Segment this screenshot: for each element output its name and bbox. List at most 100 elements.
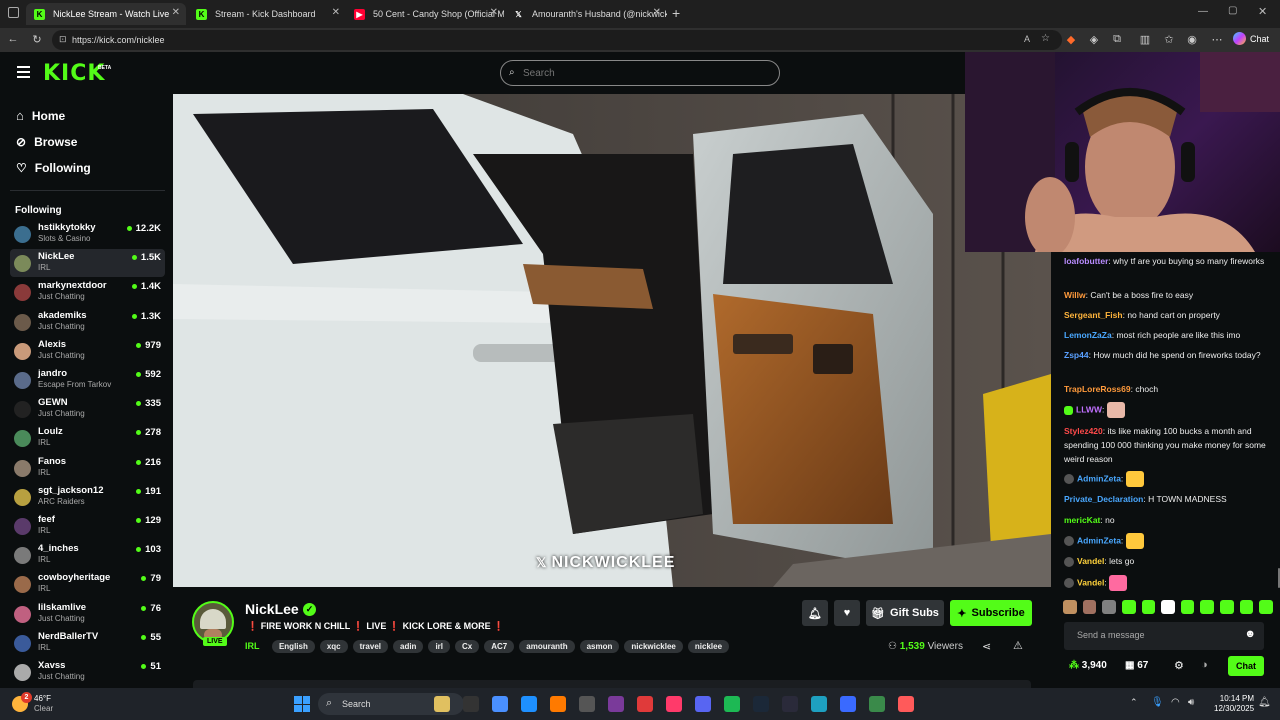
- followed-channel-item[interactable]: hstikkytokky Slots & Casino 12.2K: [10, 220, 165, 248]
- quick-emote[interactable]: [1161, 600, 1175, 614]
- tab-kick-dashboard[interactable]: K Stream - Kick Dashboard ✕: [188, 3, 346, 25]
- chat-username[interactable]: Vandel: [1077, 577, 1104, 587]
- fx-icon[interactable]: [840, 696, 856, 712]
- nav-following[interactable]: ♡ Following: [16, 161, 91, 175]
- chat-username[interactable]: loafobutter: [1064, 256, 1108, 266]
- stream-tag[interactable]: nicklee: [687, 640, 730, 653]
- gift-count[interactable]: ▦ 67: [1125, 660, 1148, 671]
- followed-channel-item[interactable]: akademiks Just Chatting 1.3K: [10, 308, 165, 336]
- tray-overflow-icon[interactable]: ⌃: [1130, 697, 1138, 708]
- stream-tag[interactable]: English: [271, 640, 315, 653]
- close-icon[interactable]: ✕: [490, 7, 498, 18]
- nav-browse[interactable]: ⊘ Browse: [16, 135, 77, 149]
- stream-tag[interactable]: AC7: [484, 640, 515, 653]
- split-screen-icon[interactable]: ▥: [1138, 33, 1152, 46]
- followed-channel-item[interactable]: cowboyheritage IRL 79: [10, 570, 165, 598]
- site-info-icon[interactable]: ⊡: [59, 34, 67, 45]
- stream-tag[interactable]: amouranth: [519, 640, 575, 653]
- close-icon[interactable]: ✕: [332, 7, 340, 18]
- wifi-icon[interactable]: ◠: [1171, 697, 1180, 708]
- close-icon[interactable]: ✕: [172, 7, 180, 18]
- chat-username[interactable]: mericKat: [1064, 515, 1100, 525]
- chat-input[interactable]: Send a message ☻: [1064, 622, 1264, 650]
- emoji-icon[interactable]: ☻: [1244, 628, 1256, 640]
- followed-channel-item[interactable]: Loulz IRL 278: [10, 424, 165, 452]
- obs-icon[interactable]: [579, 696, 595, 712]
- weather-widget[interactable]: 2: [8, 692, 32, 716]
- chat-username[interactable]: AdminZeta: [1077, 473, 1121, 483]
- close-window-button[interactable]: ✕: [1258, 5, 1267, 18]
- chat-username[interactable]: LemonZaZa: [1064, 330, 1112, 340]
- quick-emote[interactable]: [1220, 600, 1234, 614]
- stream-tag[interactable]: Cx: [455, 640, 480, 653]
- followed-channel-item[interactable]: GEWN Just Chatting 335: [10, 395, 165, 423]
- extension-icon[interactable]: ◈: [1087, 33, 1101, 46]
- chat-username[interactable]: Stylez420: [1064, 426, 1103, 436]
- spotify-icon[interactable]: [724, 696, 740, 712]
- chat-username[interactable]: Zsp44: [1064, 350, 1089, 360]
- followed-channel-item[interactable]: Fanos IRL 216: [10, 454, 165, 482]
- discord-icon[interactable]: [695, 696, 711, 712]
- firefox-icon[interactable]: [550, 696, 566, 712]
- stream-tag[interactable]: nickwicklee: [624, 640, 683, 653]
- edge-browser-icon[interactable]: [521, 696, 537, 712]
- extension-icon[interactable]: ◆: [1064, 33, 1078, 46]
- copilot-icon[interactable]: [492, 696, 508, 712]
- quick-emote[interactable]: [1180, 600, 1195, 614]
- category-link[interactable]: IRL: [245, 641, 260, 651]
- microphone-icon[interactable]: 🎙︎: [1151, 697, 1164, 708]
- quick-emote[interactable]: [1259, 600, 1274, 614]
- stream-tag[interactable]: asmon: [579, 640, 620, 653]
- maximize-button[interactable]: ▢: [1228, 5, 1237, 16]
- followed-channel-item[interactable]: sgt_jackson12 ARC Raiders 191: [10, 483, 165, 511]
- video-player[interactable]: 𝕏 NICKWICKLEE: [173, 94, 1051, 587]
- gift-subs-button[interactable]: 🎁︎ Gift Subs: [866, 600, 944, 626]
- stream-tag[interactable]: adin: [393, 640, 424, 653]
- file-explorer-icon[interactable]: [434, 696, 450, 712]
- maps-icon[interactable]: [898, 696, 914, 712]
- quick-emote[interactable]: [1082, 600, 1097, 614]
- chat-username[interactable]: Private_Declaration: [1064, 494, 1143, 504]
- followed-channel-item[interactable]: NerdBallerTV IRL 55: [10, 629, 165, 657]
- more-menu-icon[interactable]: ⋯: [1210, 33, 1224, 46]
- hamburger-menu-icon[interactable]: [17, 66, 30, 78]
- favorites-icon[interactable]: ✩: [1162, 33, 1176, 46]
- app-icon[interactable]: [811, 696, 827, 712]
- notifications-button[interactable]: 🔔︎: [802, 600, 828, 626]
- chat-username[interactable]: Sergeant_Fish: [1064, 310, 1123, 320]
- favorite-star-icon[interactable]: ☆: [1041, 33, 1050, 44]
- chat-username[interactable]: Vandel: [1077, 556, 1104, 566]
- mod-tools-icon[interactable]: ◑: [1201, 659, 1208, 671]
- follow-button[interactable]: ♥: [834, 600, 860, 626]
- channel-points[interactable]: ⁂ 3,940: [1069, 660, 1107, 671]
- nav-home[interactable]: ⌂ Home: [16, 108, 65, 123]
- followed-channel-item[interactable]: jandro Escape From Tarkov 592: [10, 366, 165, 394]
- quick-emote[interactable]: [1239, 600, 1254, 614]
- copilot-chat-button[interactable]: Chat: [1233, 32, 1269, 45]
- chat-username[interactable]: TrapLoreRoss69: [1064, 384, 1131, 394]
- report-icon[interactable]: ⚠: [1013, 639, 1023, 652]
- quick-emote[interactable]: [1200, 600, 1215, 614]
- close-icon[interactable]: ✕: [653, 7, 661, 18]
- tab-youtube-candy-shop[interactable]: ▶ 50 Cent - Candy Shop (Official Mu ✕: [346, 3, 504, 25]
- followed-channel-item[interactable]: 4_inches IRL 103: [10, 541, 165, 569]
- chat-settings-gear-icon[interactable]: ⚙: [1174, 659, 1184, 672]
- notepad-icon[interactable]: [869, 696, 885, 712]
- quick-emote[interactable]: [1121, 600, 1136, 614]
- quick-emote[interactable]: [1063, 600, 1077, 614]
- notification-bell-icon[interactable]: 🔔︎: [1258, 697, 1271, 708]
- app-icon[interactable]: [637, 696, 653, 712]
- tab-x-amouranth[interactable]: 𝕏 Amouranth's Husband (@nickwick ✕: [505, 3, 667, 25]
- refresh-icon[interactable]: ↻: [30, 33, 44, 46]
- kick-logo[interactable]: KICK: [43, 61, 105, 86]
- weather-text[interactable]: 46°F Clear: [34, 694, 53, 714]
- search-input[interactable]: [500, 60, 780, 86]
- followed-channel-item[interactable]: lilskamlive Just Chatting 76: [10, 600, 165, 628]
- new-tab-button[interactable]: +: [672, 5, 680, 21]
- chat-username[interactable]: Willw: [1064, 290, 1086, 300]
- profile-avatar-icon[interactable]: ◉: [1185, 33, 1199, 46]
- followed-channel-item[interactable]: NickLee IRL 1.5K: [10, 249, 165, 278]
- tab-actions-icon[interactable]: [8, 7, 19, 18]
- quick-emote[interactable]: [1141, 600, 1156, 614]
- clock[interactable]: 10:14 PM 12/30/2025: [1214, 694, 1254, 714]
